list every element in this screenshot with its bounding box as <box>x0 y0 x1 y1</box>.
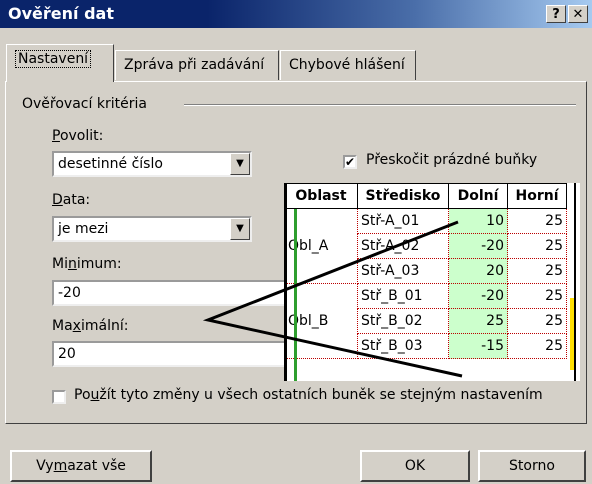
clear-all-button[interactable]: Vymazat vše <box>10 450 152 482</box>
cancel-button[interactable]: Storno <box>478 450 586 482</box>
tab-settings[interactable]: Nastavení <box>6 44 114 82</box>
callout-arrow <box>202 220 463 378</box>
tab-label: Nastavení <box>15 50 92 68</box>
ok-button[interactable]: OK <box>360 450 470 482</box>
